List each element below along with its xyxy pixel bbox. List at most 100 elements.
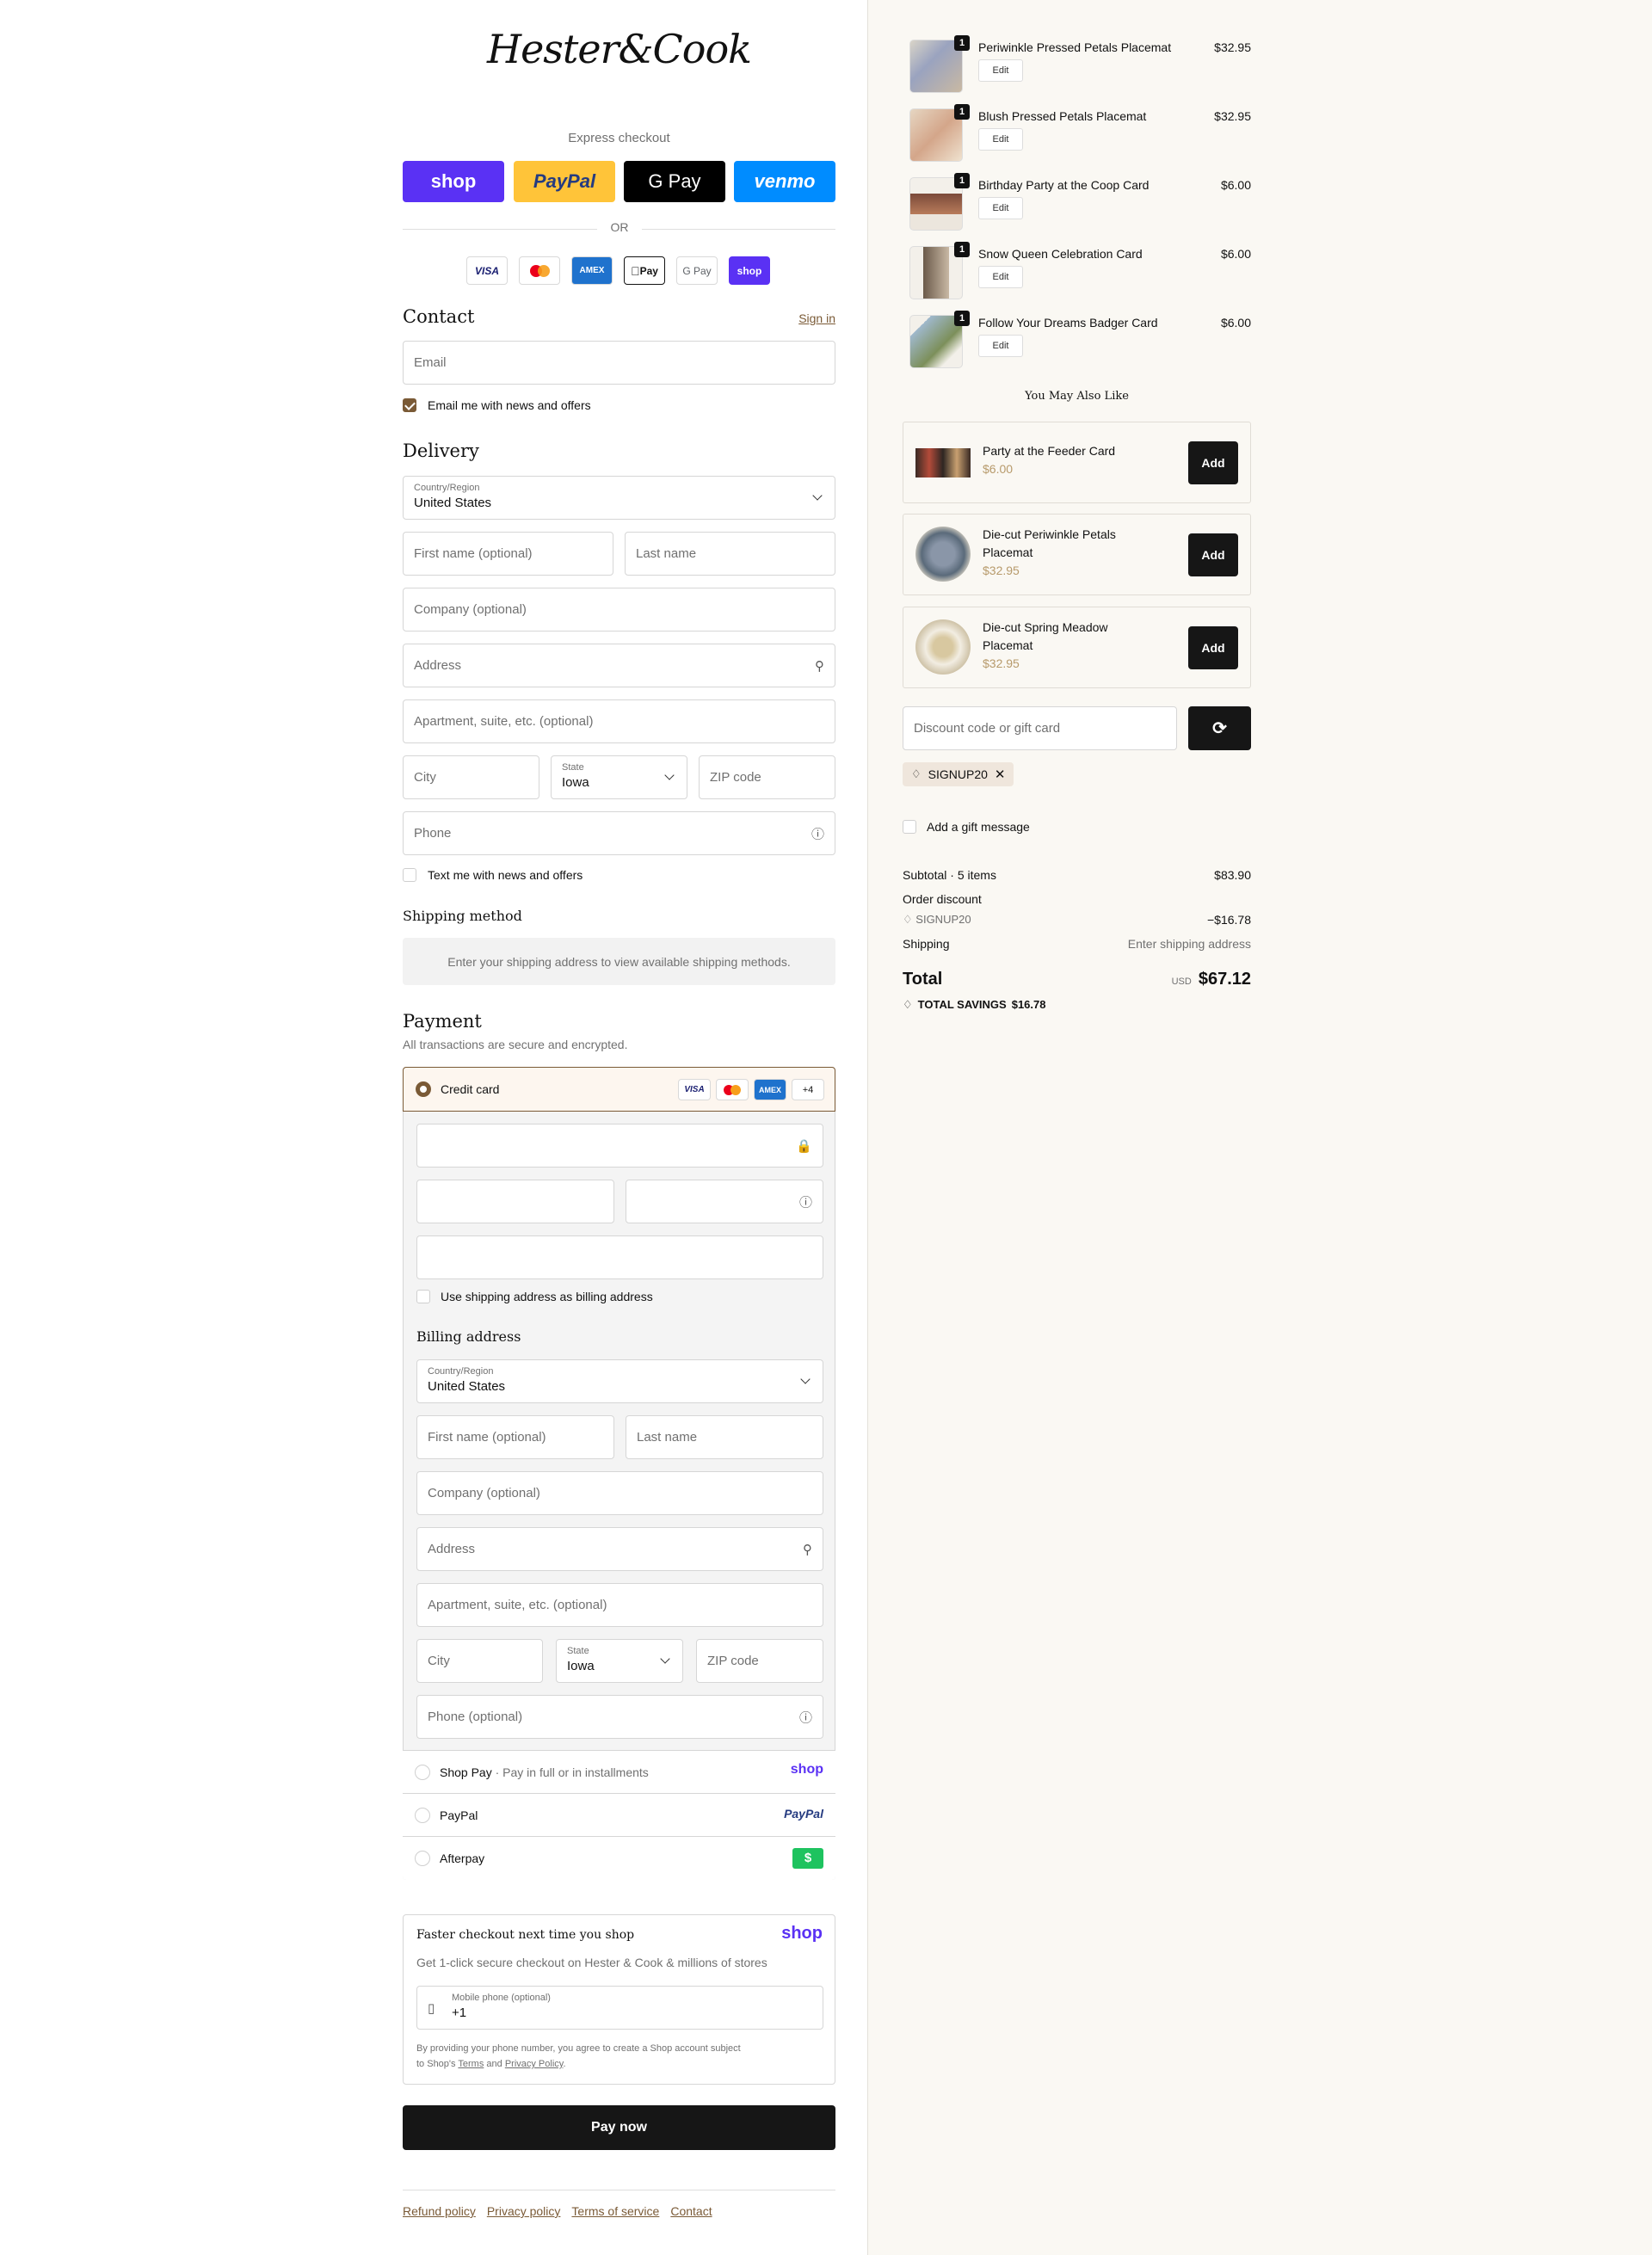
- google-pay-express-button[interactable]: G Pay: [624, 161, 725, 202]
- use-shipping-checkbox[interactable]: [416, 1290, 430, 1303]
- city-field[interactable]: City: [403, 755, 539, 799]
- subtotal-label: Subtotal · 5 items: [903, 868, 996, 882]
- order-summary-panel: 1 Periwinkle Pressed Petals Placemat $32…: [867, 0, 1652, 2255]
- newsletter-label: Email me with news and offers: [428, 398, 591, 412]
- card-number-field[interactable]: 🔒: [416, 1124, 823, 1168]
- newsletter-checkbox[interactable]: [403, 398, 416, 412]
- discount-value: −$16.78: [1207, 913, 1251, 927]
- edit-item-button[interactable]: Edit: [978, 197, 1023, 219]
- use-shipping-label: Use shipping address as billing address: [441, 1290, 653, 1303]
- mobile-phone-field[interactable]: ▯ Mobile phone (optional) +1: [416, 1986, 823, 2030]
- address-field[interactable]: Address ⚲: [403, 644, 835, 687]
- amex-icon: AMEX: [754, 1079, 786, 1100]
- add-upsell-button[interactable]: Add: [1188, 533, 1238, 576]
- card-cvv-field[interactable]: ⓘ: [626, 1180, 823, 1223]
- country-select[interactable]: Country/Region United States: [403, 476, 835, 520]
- upsell-thumbnail: [915, 448, 971, 477]
- billing-state-select[interactable]: State Iowa: [556, 1639, 683, 1683]
- card-expiry-field[interactable]: [416, 1180, 614, 1223]
- card-brand-icons: VISA AMEX +4: [678, 1079, 824, 1100]
- shop-pay-express-button[interactable]: shop: [403, 161, 504, 202]
- privacy-policy-link[interactable]: Privacy policy: [487, 2204, 561, 2218]
- contact-link[interactable]: Contact: [670, 2204, 712, 2218]
- email-field[interactable]: Email: [403, 341, 835, 385]
- edit-item-button[interactable]: Edit: [978, 128, 1023, 151]
- loading-spinner-icon: ⟳: [1212, 719, 1227, 738]
- edit-item-button[interactable]: Edit: [978, 335, 1023, 357]
- upsell-heading: You May Also Like: [1025, 390, 1129, 403]
- first-name-field[interactable]: First name (optional): [403, 532, 613, 576]
- shop-signup-title: Faster checkout next time you shop: [416, 1928, 635, 1942]
- mastercard-icon: [716, 1079, 749, 1100]
- edit-item-button[interactable]: Edit: [978, 266, 1023, 288]
- credit-card-option[interactable]: Credit card VISA AMEX +4: [403, 1067, 835, 1112]
- sms-checkbox[interactable]: [403, 868, 416, 882]
- terms-link[interactable]: Terms: [458, 2059, 484, 2069]
- terms-of-service-link[interactable]: Terms of service: [571, 2204, 659, 2218]
- credit-card-radio[interactable]: [416, 1081, 431, 1097]
- billing-phone-field[interactable]: Phone (optional) ⓘ: [416, 1695, 823, 1739]
- billing-company-field[interactable]: Company (optional): [416, 1471, 823, 1515]
- discount-code-line: ♢ SIGNUP20: [903, 913, 971, 926]
- chevron-down-icon: [800, 1374, 811, 1384]
- chevron-down-icon: [664, 770, 675, 780]
- or-label: OR: [597, 220, 642, 234]
- amex-icon: AMEX: [571, 256, 613, 285]
- billing-address-field[interactable]: Address ⚲: [416, 1527, 823, 1571]
- help-icon: ⓘ: [798, 1710, 812, 1725]
- refund-policy-link[interactable]: Refund policy: [403, 2204, 476, 2218]
- afterpay-radio[interactable]: [415, 1851, 430, 1866]
- shop-pay-radio[interactable]: [415, 1765, 430, 1780]
- remove-discount-icon[interactable]: ✕: [995, 767, 1006, 782]
- card-name-field[interactable]: [416, 1235, 823, 1279]
- venmo-express-button[interactable]: venmo: [734, 161, 835, 202]
- item-name: Periwinkle Pressed Petals Placemat: [978, 40, 1172, 54]
- sign-in-link[interactable]: Sign in: [798, 311, 835, 325]
- quantity-badge: 1: [954, 173, 970, 188]
- billing-zip-field[interactable]: ZIP code: [696, 1639, 823, 1683]
- billing-city-field[interactable]: City: [416, 1639, 543, 1683]
- shop-pay-option[interactable]: Shop Pay · Pay in full or in installment…: [403, 1750, 835, 1793]
- accepted-payment-icons: VISA AMEX Pay G Pay shop: [466, 256, 770, 285]
- shipping-method-heading: Shipping method: [403, 908, 522, 924]
- pay-now-button[interactable]: Pay now: [403, 2105, 835, 2150]
- item-price: $6.00: [1220, 247, 1251, 261]
- add-upsell-button[interactable]: Add: [1188, 626, 1238, 669]
- company-field[interactable]: Company (optional): [403, 588, 835, 632]
- payment-heading: Payment: [403, 1011, 482, 1032]
- afterpay-option[interactable]: Afterpay $: [403, 1836, 835, 1880]
- upsell-card: Party at the Feeder Card $6.00 Add: [903, 422, 1251, 503]
- item-name: Blush Pressed Petals Placemat: [978, 109, 1147, 123]
- upsell-price: $32.95: [983, 656, 1020, 670]
- state-select[interactable]: State Iowa: [551, 755, 687, 799]
- edit-item-button[interactable]: Edit: [978, 59, 1023, 82]
- brand-logo[interactable]: Hester&Cook: [403, 26, 835, 72]
- shipping-method-notice: Enter your shipping address to view avai…: [403, 938, 835, 985]
- checkout-form-panel: Hester&Cook Express checkout shop PayPal…: [0, 0, 867, 2255]
- privacy-policy-link[interactable]: Privacy Policy: [505, 2059, 564, 2069]
- upsell-card: Die-cut Periwinkle Petals Placemat $32.9…: [903, 514, 1251, 595]
- billing-last-name-field[interactable]: Last name: [626, 1415, 823, 1459]
- visa-icon: VISA: [678, 1079, 711, 1100]
- phone-field[interactable]: Phone ⓘ: [403, 811, 835, 855]
- apply-discount-button[interactable]: ⟳: [1188, 706, 1251, 750]
- billing-apartment-field[interactable]: Apartment, suite, etc. (optional): [416, 1583, 823, 1627]
- add-upsell-button[interactable]: Add: [1188, 441, 1238, 484]
- billing-country-select[interactable]: Country/Region United States: [416, 1359, 823, 1403]
- upsell-price: $32.95: [983, 564, 1020, 577]
- phone-icon: ▯: [428, 2000, 435, 2016]
- paypal-express-button[interactable]: PayPal: [514, 161, 615, 202]
- last-name-field[interactable]: Last name: [625, 532, 835, 576]
- upsell-price: $6.00: [983, 462, 1014, 476]
- paypal-radio[interactable]: [415, 1808, 430, 1823]
- paypal-option[interactable]: PayPal PayPal: [403, 1793, 835, 1836]
- shipping-value: Enter shipping address: [1127, 937, 1251, 951]
- delivery-heading: Delivery: [403, 441, 479, 461]
- discount-code-field[interactable]: Discount code or gift card: [903, 706, 1177, 750]
- gift-message-checkbox[interactable]: [903, 820, 916, 834]
- paypal-label: PayPal: [440, 1808, 478, 1822]
- billing-heading: Billing address: [416, 1328, 521, 1345]
- apartment-field[interactable]: Apartment, suite, etc. (optional): [403, 699, 835, 743]
- billing-first-name-field[interactable]: First name (optional): [416, 1415, 614, 1459]
- zip-field[interactable]: ZIP code: [699, 755, 835, 799]
